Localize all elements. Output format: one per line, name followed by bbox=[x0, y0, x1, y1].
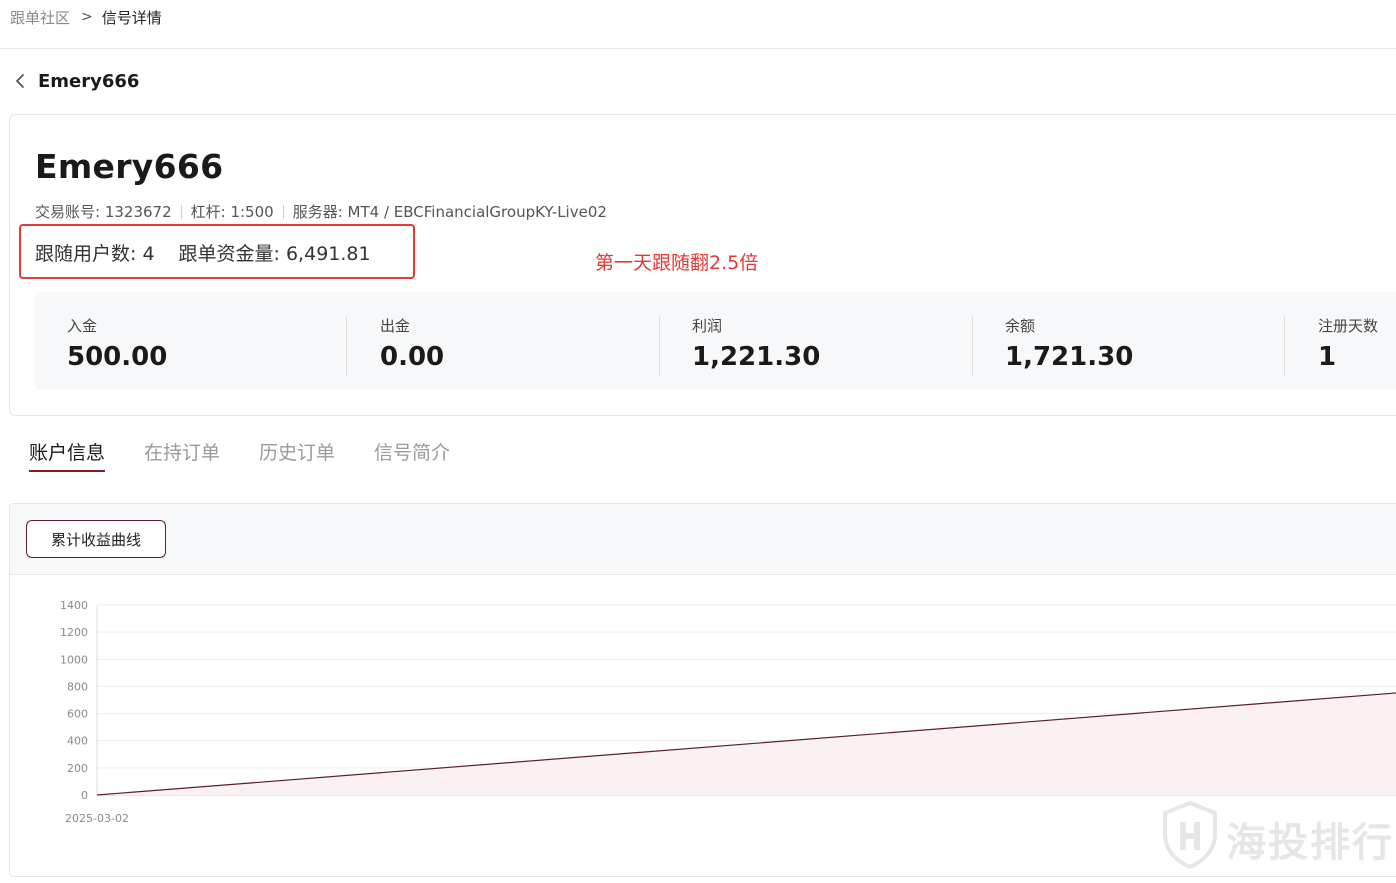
stat-label: 余额 bbox=[1005, 317, 1036, 335]
stats-panel: 入金 500.00 出金 0.00 利润 1,221.30 余额 1,721.3… bbox=[34, 292, 1396, 390]
stat-divider bbox=[659, 316, 660, 376]
follower-count: 跟随用户数: 4 bbox=[35, 243, 155, 265]
y-tick-label: 1000 bbox=[60, 653, 88, 666]
x-tick-label: 2025-03-02 bbox=[65, 812, 129, 825]
stat-value: 1 bbox=[1318, 342, 1337, 372]
meta-divider bbox=[282, 204, 284, 219]
tab-account-info[interactable]: 账户信息 bbox=[29, 438, 106, 474]
stat-label: 利润 bbox=[692, 317, 723, 335]
stat-value: 500.00 bbox=[67, 342, 168, 372]
breadcrumb-current: 信号详情 bbox=[101, 8, 162, 27]
follow-funds: 跟单资金量: 6,491.81 bbox=[178, 243, 371, 265]
tab-open-orders[interactable]: 在持订单 bbox=[144, 438, 220, 474]
follow-stats: 跟随用户数: 4 跟单资金量: 6,491.81 bbox=[35, 239, 371, 266]
breadcrumb-separator: > bbox=[81, 9, 93, 25]
y-tick-label: 200 bbox=[67, 762, 88, 775]
account-number: 交易账号: 1323672 bbox=[35, 203, 172, 221]
signal-meta: 交易账号: 1323672 杠杆: 1:500 服务器: MT4 / EBCFi… bbox=[35, 201, 607, 222]
tab-history-orders[interactable]: 历史订单 bbox=[259, 438, 335, 474]
breadcrumb-link-community[interactable]: 跟单社区 bbox=[10, 7, 70, 28]
signal-name: Emery666 bbox=[35, 147, 224, 186]
tab-signal-intro[interactable]: 信号简介 bbox=[374, 438, 450, 474]
meta-divider bbox=[180, 204, 182, 219]
y-tick-label: 800 bbox=[67, 680, 88, 693]
shield-logo-icon bbox=[1163, 800, 1217, 870]
breadcrumb: 跟单社区 > 信号详情 bbox=[10, 6, 162, 28]
stat-value: 0.00 bbox=[380, 342, 445, 372]
stat-value: 1,221.30 bbox=[692, 342, 821, 372]
stat-label: 出金 bbox=[380, 317, 411, 335]
watermark: 海投排行 bbox=[1160, 800, 1396, 870]
signal-card: Emery666 交易账号: 1323672 杠杆: 1:500 服务器: MT… bbox=[9, 114, 1396, 416]
watermark-text: 海投排行 bbox=[1226, 820, 1394, 866]
chevron-left-icon[interactable] bbox=[12, 72, 30, 90]
stat-value: 1,721.30 bbox=[1005, 342, 1134, 372]
header-divider bbox=[0, 48, 1396, 49]
stat-divider bbox=[972, 316, 973, 376]
page-title: Emery666 bbox=[38, 70, 140, 92]
y-tick-label: 400 bbox=[67, 735, 88, 748]
leverage: 杠杆: 1:500 bbox=[190, 203, 274, 221]
stat-divider bbox=[1284, 316, 1285, 376]
tab-bar: 账户信息 在持订单 历史订单 信号简介 bbox=[29, 438, 489, 474]
y-tick-label: 600 bbox=[67, 708, 88, 721]
stat-label: 注册天数 bbox=[1318, 317, 1379, 335]
y-tick-label: 0 bbox=[81, 789, 88, 802]
y-tick-label: 1400 bbox=[60, 599, 88, 612]
annotation-text: 第一天跟随翻2.5倍 bbox=[595, 252, 759, 274]
y-tick-label: 1200 bbox=[60, 626, 88, 639]
page-header: Emery666 bbox=[12, 69, 139, 93]
stat-label: 入金 bbox=[67, 317, 98, 335]
server: 服务器: MT4 / EBCFinancialGroupKY-Live02 bbox=[292, 203, 607, 221]
stat-divider bbox=[346, 316, 347, 376]
